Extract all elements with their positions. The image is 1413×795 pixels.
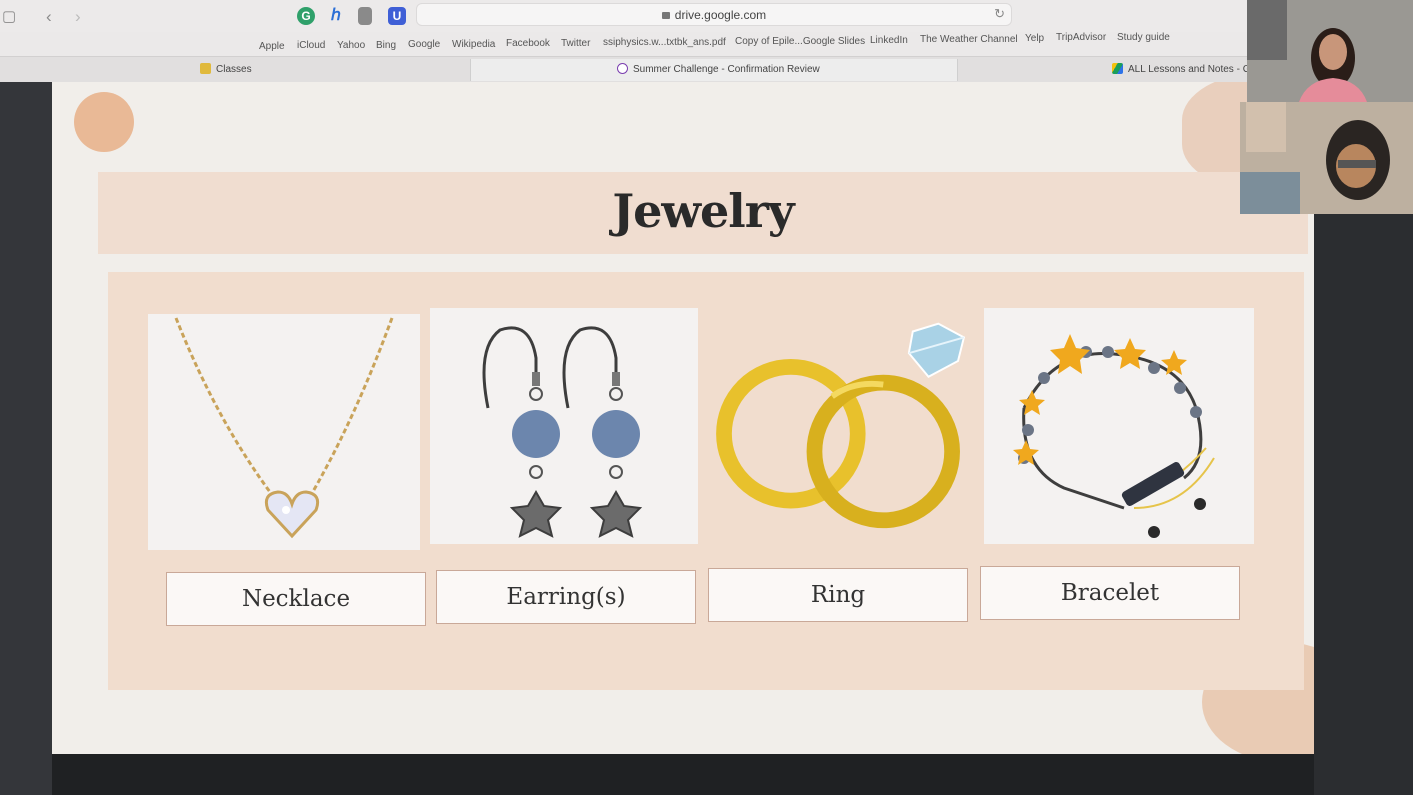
slide-thumbnail-strip <box>52 754 1314 795</box>
classroom-icon <box>200 63 211 74</box>
tab-classes-label: Classes <box>216 64 252 75</box>
sidebar-toggle-icon[interactable]: ▢ <box>2 9 16 25</box>
earrings-icon <box>482 326 643 538</box>
bookmark-facebook[interactable]: Facebook <box>506 38 550 49</box>
ring-label[interactable]: Ring <box>708 568 968 622</box>
browser-toolbar: ▢ ‹ › G ℎ U drive.google.com ↻ <box>0 0 1413 32</box>
participant-video-tile[interactable] <box>1240 102 1413 214</box>
back-icon[interactable]: ‹ <box>46 8 52 25</box>
google-drive-icon <box>1112 63 1123 74</box>
form-icon <box>617 63 628 74</box>
tab-summer-challenge-label: Summer Challenge - Confirmation Review <box>633 64 820 75</box>
participant-video-tile[interactable] <box>1247 0 1413 102</box>
jewelry-panel: Necklace Earring(s) Ring Bracelet <box>108 272 1304 690</box>
bookmarks-bar: Apple iCloud Yahoo Bing Google Wikipedia… <box>0 32 1413 56</box>
grammarly-extension-icon[interactable]: G <box>297 7 315 25</box>
bookmark-linkedin[interactable]: LinkedIn <box>870 35 908 46</box>
tab-all-lessons[interactable]: ALL Lessons and Notes - G <box>1112 59 1252 81</box>
screen-right-edge <box>1314 214 1413 795</box>
forward-icon[interactable]: › <box>75 8 81 25</box>
tab-summer-challenge[interactable]: Summer Challenge - Confirmation Review <box>470 59 958 81</box>
bookmark-ssiphysics[interactable]: ssiphysics.w...txtbk_ans.pdf <box>603 37 726 48</box>
reload-icon[interactable]: ↻ <box>994 6 1005 22</box>
bookmark-yahoo[interactable]: Yahoo <box>337 40 365 51</box>
url-text: drive.google.com <box>674 8 767 22</box>
bookmark-apple[interactable]: Apple <box>259 41 285 52</box>
bookmark-google[interactable]: Google <box>408 39 440 50</box>
tab-all-lessons-label: ALL Lessons and Notes - G <box>1128 64 1251 75</box>
earrings-card <box>430 308 698 544</box>
address-bar[interactable]: drive.google.com ↻ <box>416 3 1012 26</box>
screen-left-edge <box>0 82 52 795</box>
bracelet-icon <box>1013 334 1215 538</box>
necklace-label[interactable]: Necklace <box>166 572 426 626</box>
extension-h-icon[interactable]: ℎ <box>327 7 345 25</box>
bookmark-twitter[interactable]: Twitter <box>561 38 590 49</box>
bookmark-wikipedia[interactable]: Wikipedia <box>452 39 495 50</box>
bookmark-study-guide[interactable]: Study guide <box>1117 32 1170 43</box>
bookmark-yelp[interactable]: Yelp <box>1025 33 1044 44</box>
bookmark-tripadvisor[interactable]: TripAdvisor <box>1056 32 1106 43</box>
privacy-shield-icon[interactable] <box>358 7 372 25</box>
extension-shield-icon[interactable]: U <box>388 7 406 25</box>
bookmark-icloud[interactable]: iCloud <box>297 40 325 51</box>
decorative-blob <box>74 92 134 152</box>
rings-icon <box>716 322 966 529</box>
bookmark-bing[interactable]: Bing <box>376 40 396 51</box>
slide-title: Jewelry <box>612 184 794 238</box>
necklace-icon <box>174 317 394 539</box>
bookmark-copy-of-epile[interactable]: Copy of Epile...Google Slides <box>735 36 865 47</box>
tab-classes[interactable]: Classes <box>200 59 468 81</box>
participant-avatar <box>1240 102 1413 214</box>
bracelet-card <box>984 308 1254 544</box>
bookmark-weather-channel[interactable]: The Weather Channel <box>920 34 1018 45</box>
lock-icon <box>661 12 670 19</box>
title-band: Jewelry <box>98 172 1308 254</box>
presentation-slide: Jewelry Necklace Earring(s) Ring Bracele… <box>52 82 1314 754</box>
earrings-label[interactable]: Earring(s) <box>436 570 696 624</box>
necklace-card <box>148 314 420 550</box>
bracelet-label[interactable]: Bracelet <box>980 566 1240 620</box>
rings-card <box>704 302 978 538</box>
participant-avatar <box>1247 0 1413 102</box>
tab-bar: Classes Summer Challenge - Confirmation … <box>0 56 1413 82</box>
